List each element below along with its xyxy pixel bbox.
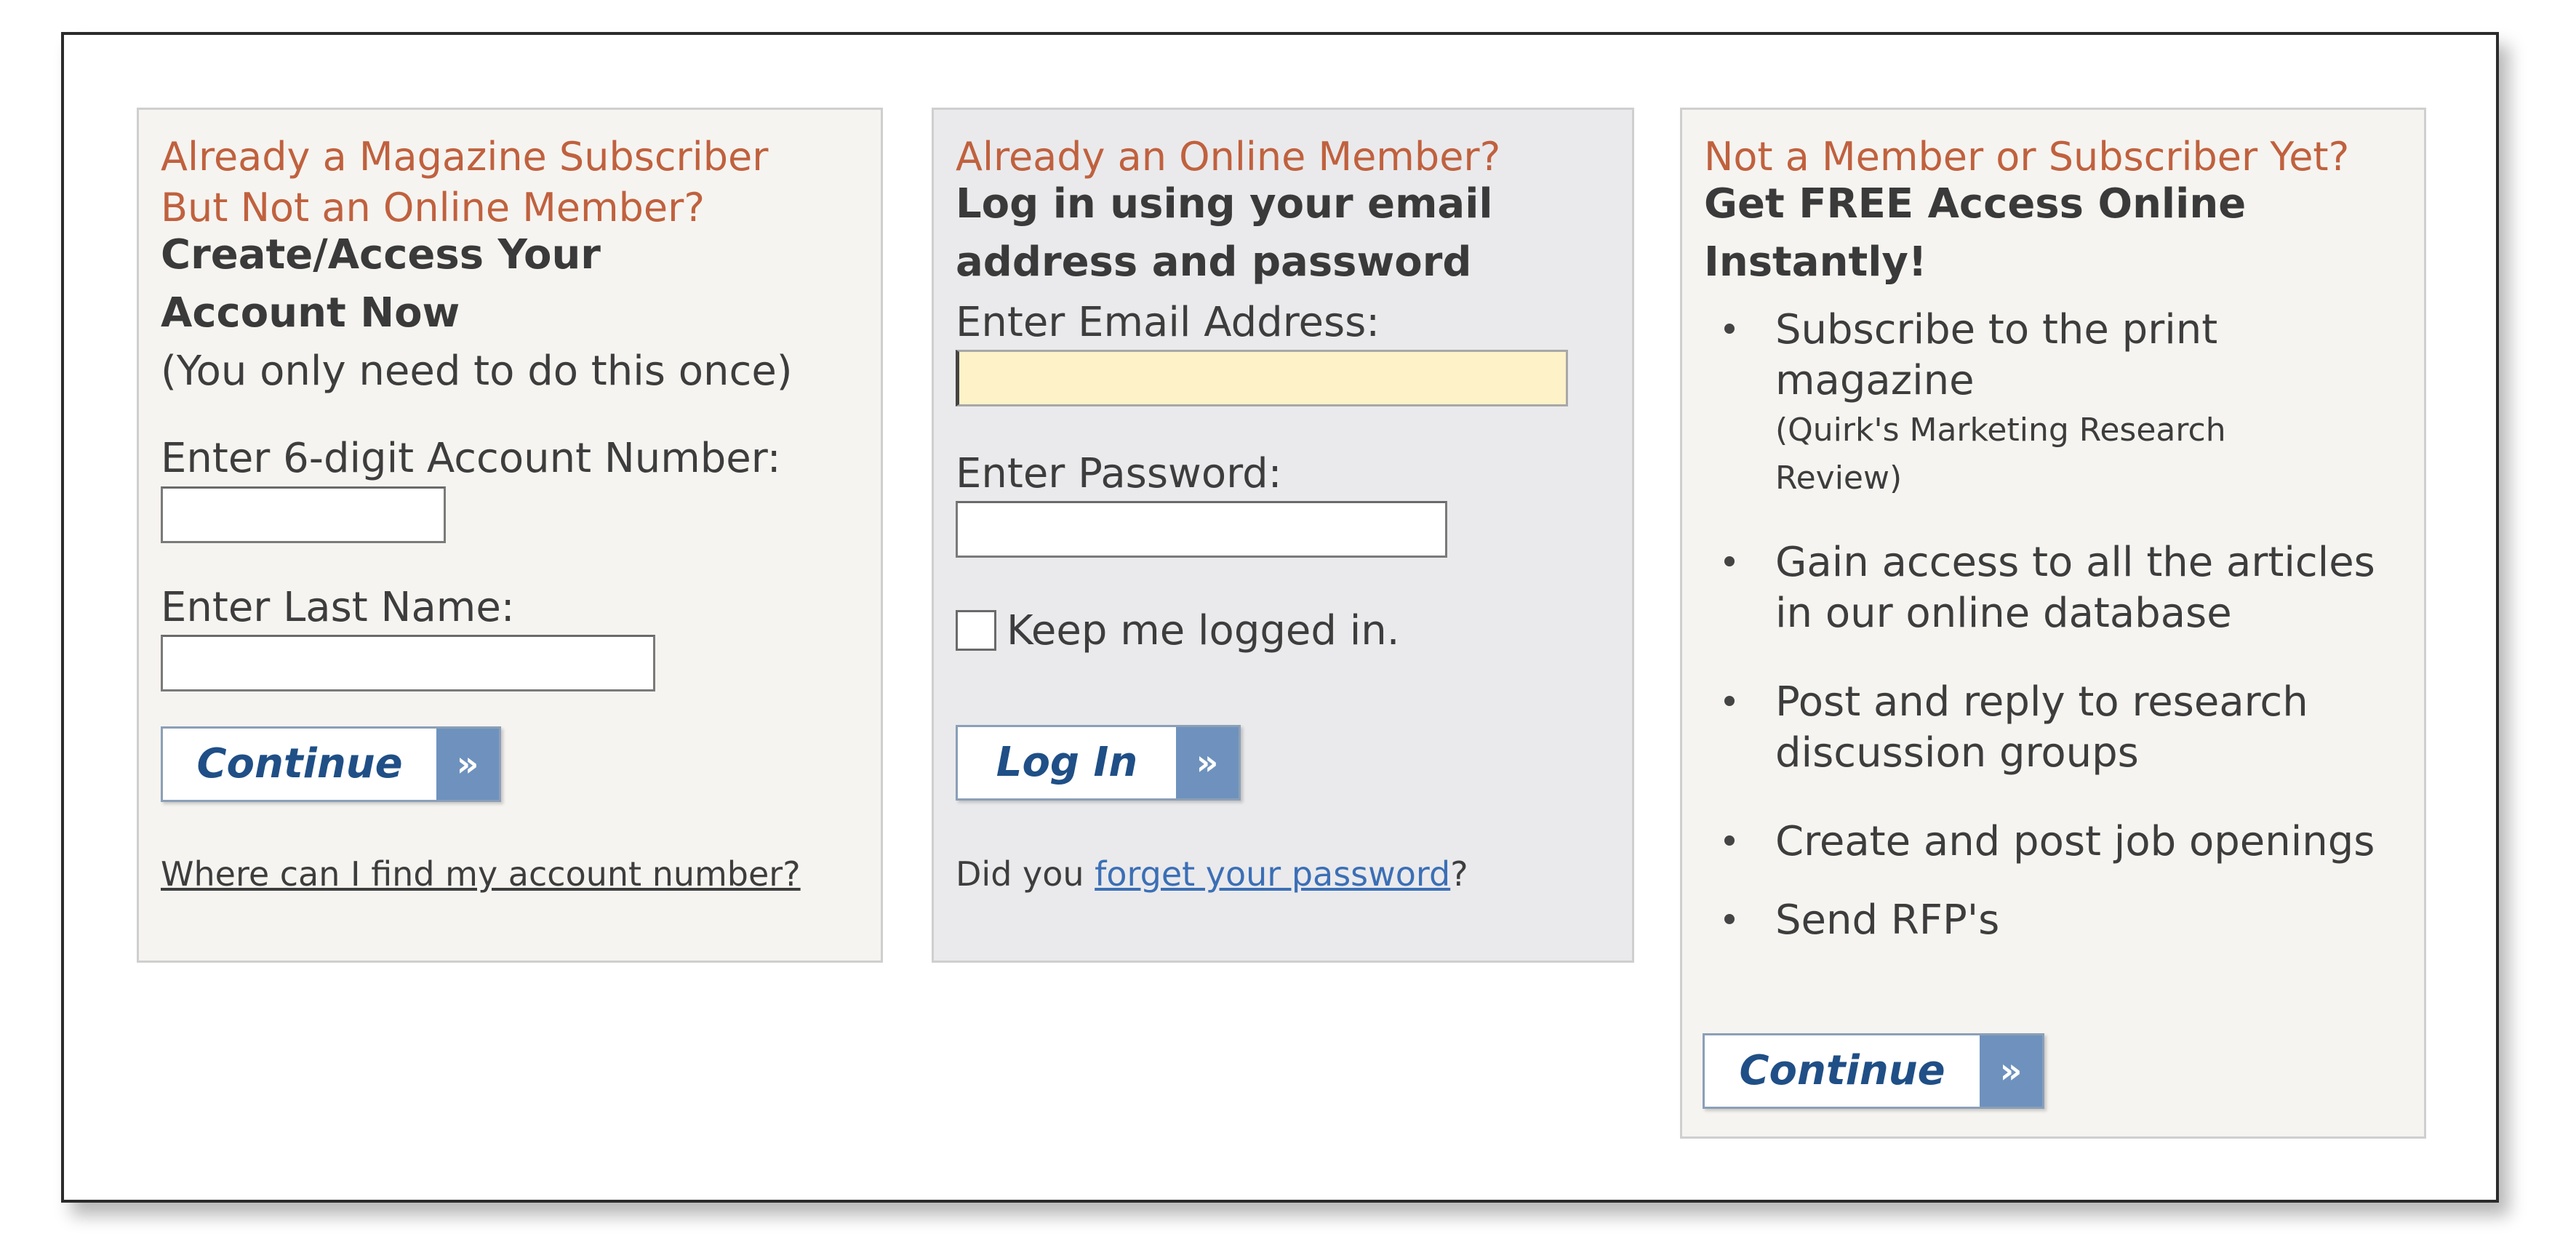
login-button[interactable]: Log In » xyxy=(956,725,1241,801)
account-number-input[interactable] xyxy=(161,486,446,543)
continue-button-label: Continue xyxy=(196,740,403,787)
email-input[interactable] xyxy=(956,350,1568,406)
benefit-line: in our online database xyxy=(1775,590,2232,637)
subscriber-heading-line2: Account Now xyxy=(161,289,460,337)
list-item: Send RFP's xyxy=(1724,895,2408,953)
forgot-suffix: ? xyxy=(1450,854,1468,894)
account-number-label: Enter 6-digit Account Number: xyxy=(161,435,781,482)
bullet-dot-icon xyxy=(1724,556,1735,566)
list-item: Gain access to all the articles in our o… xyxy=(1724,537,2408,646)
join-panel: Not a Member or Subscriber Yet? Get FREE… xyxy=(1680,108,2426,1139)
bullet-dot-icon xyxy=(1724,914,1735,924)
forgot-password-link[interactable]: forget your password xyxy=(1095,854,1450,894)
bullet-dot-icon xyxy=(1724,835,1735,846)
benefit-subtext: Review) xyxy=(1775,460,1903,497)
password-label: Enter Password: xyxy=(956,450,1282,497)
subscriber-heading-line1: Create/Access Your xyxy=(161,231,601,278)
subscriber-panel: Already a Magazine Subscriber But Not an… xyxy=(137,108,883,963)
benefit-line: Create and post job openings xyxy=(1775,818,2375,865)
subscriber-eyebrow-line1: Already a Magazine Subscriber xyxy=(161,134,769,180)
benefit-line: Subscribe to the print xyxy=(1775,306,2218,353)
member-login-panel: Already an Online Member? Log in using y… xyxy=(932,108,1634,963)
continue-button-label: Continue xyxy=(1739,1047,1945,1094)
benefit-line: Post and reply to research xyxy=(1775,678,2308,726)
login-options-container: Already a Magazine Subscriber But Not an… xyxy=(61,32,2499,1203)
last-name-label: Enter Last Name: xyxy=(161,584,515,631)
benefit-line: magazine xyxy=(1775,357,1975,404)
join-continue-button[interactable]: Continue » xyxy=(1703,1033,2044,1109)
bullet-dot-icon xyxy=(1724,696,1735,706)
double-chevron-right-icon: » xyxy=(436,729,499,800)
benefit-line: discussion groups xyxy=(1775,729,2139,777)
account-number-help-link[interactable]: Where can I find my account number? xyxy=(161,850,801,898)
list-item: Post and reply to research discussion gr… xyxy=(1724,677,2408,786)
login-button-label: Log In xyxy=(996,739,1138,786)
forgot-password-text: Did you forget your password? xyxy=(956,850,1468,898)
double-chevron-right-icon: » xyxy=(1176,727,1239,798)
subscriber-note: (You only need to do this once) xyxy=(161,348,793,395)
list-item: Subscribe to the print magazine (Quirk's… xyxy=(1724,305,2408,523)
benefit-subtext: (Quirk's Marketing Research xyxy=(1775,412,2226,449)
keep-logged-in-checkbox[interactable] xyxy=(956,610,996,651)
double-chevron-right-icon: » xyxy=(1980,1035,2042,1107)
forgot-prefix: Did you xyxy=(956,854,1095,894)
list-item: Create and post job openings xyxy=(1724,817,2408,875)
bullet-dot-icon xyxy=(1724,324,1735,334)
subscriber-continue-button[interactable]: Continue » xyxy=(161,726,501,802)
member-heading-line2: address and password xyxy=(956,238,1472,286)
last-name-input[interactable] xyxy=(161,635,655,691)
keep-logged-in-label: Keep me logged in. xyxy=(1007,607,1400,654)
benefit-line: Send RFP's xyxy=(1775,897,2000,944)
benefits-list: Subscribe to the print magazine (Quirk's… xyxy=(1724,110,2415,1128)
email-label: Enter Email Address: xyxy=(956,299,1380,346)
benefit-line: Gain access to all the articles xyxy=(1775,539,2375,586)
password-input[interactable] xyxy=(956,501,1447,558)
member-heading-line1: Log in using your email xyxy=(956,180,1493,228)
